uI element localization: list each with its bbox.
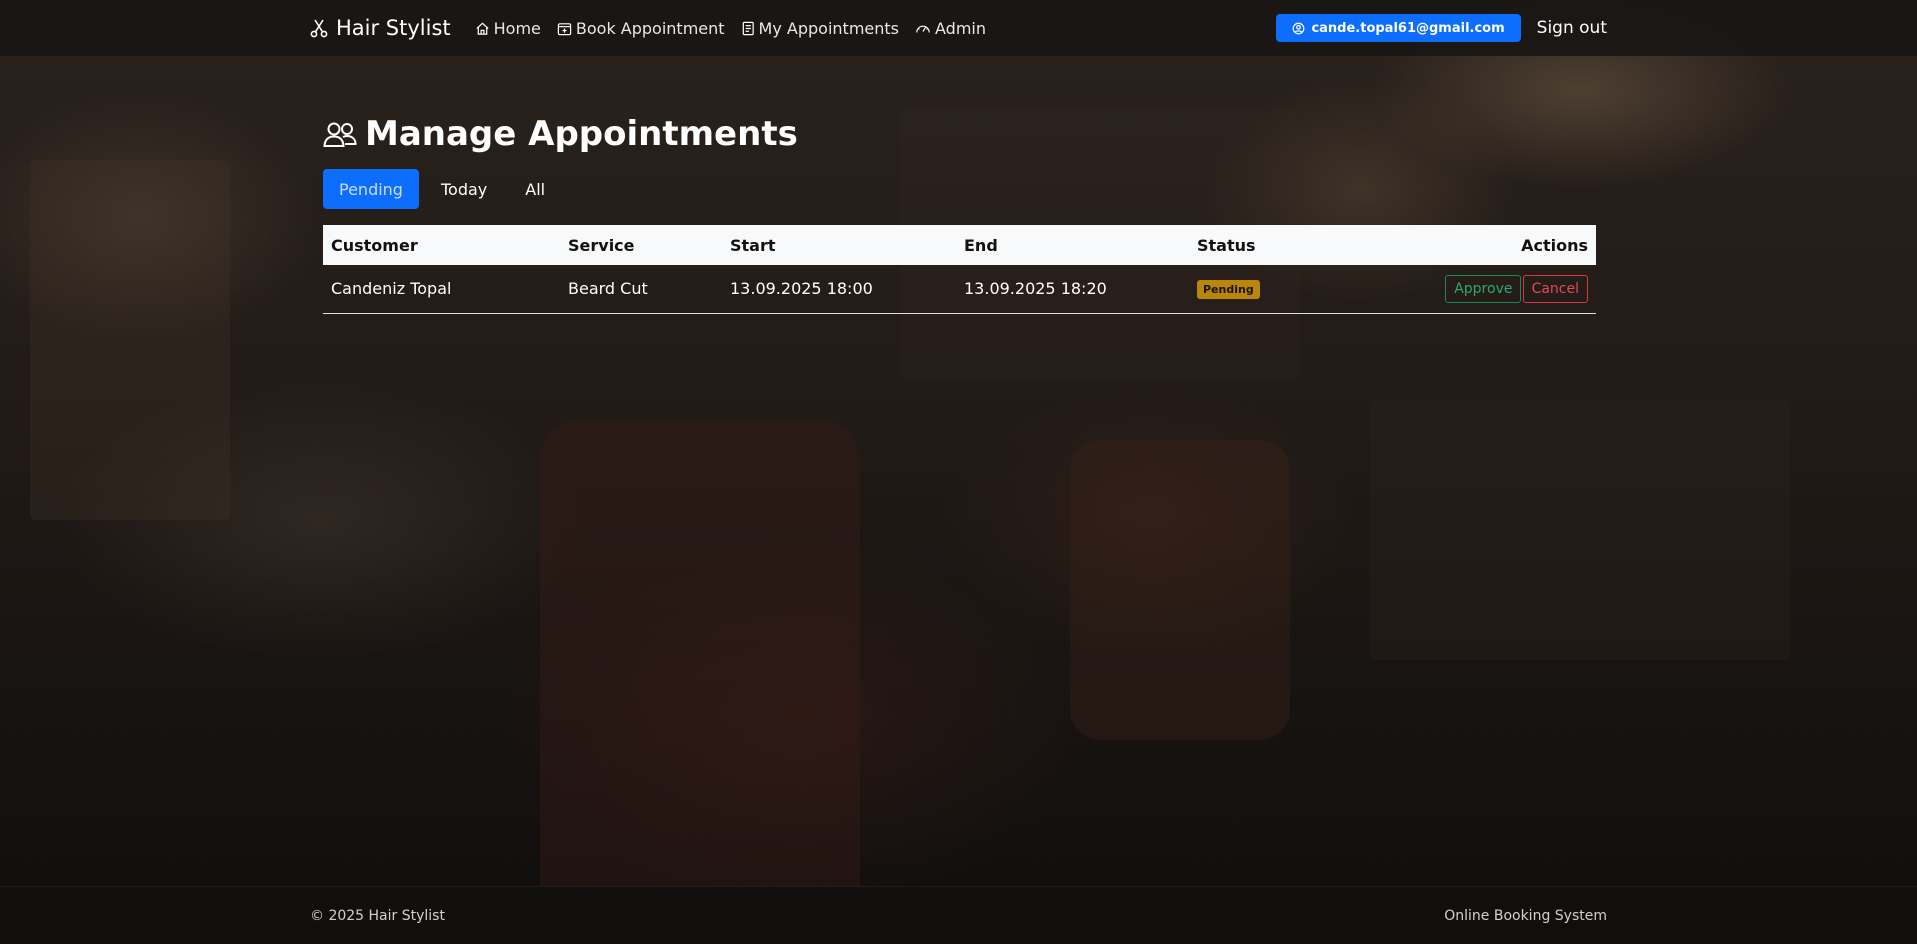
status-badge: Pending	[1197, 280, 1260, 300]
cell-actions: Approve Cancel	[1389, 265, 1596, 314]
user-email: cande.topal61@gmail.com	[1311, 20, 1505, 36]
page-title-text: Manage Appointments	[365, 114, 798, 154]
header-customer: Customer	[331, 235, 418, 255]
header-service: Service	[568, 235, 635, 255]
tab-pending[interactable]: Pending	[323, 169, 419, 209]
nav-my-appointments-label: My Appointments	[758, 18, 899, 38]
cell-end: 13.09.2025 18:20	[956, 265, 1189, 314]
tab-today[interactable]: Today	[425, 169, 503, 209]
scissors-icon	[310, 18, 328, 38]
nav-admin-label: Admin	[935, 18, 986, 38]
approve-button[interactable]: Approve	[1445, 274, 1522, 303]
nav-home[interactable]: Home	[475, 19, 541, 38]
user-email-badge[interactable]: cande.topal61@gmail.com	[1276, 14, 1521, 42]
nav-home-label: Home	[493, 18, 541, 38]
appointments-table: Customer Service Start End Status Action…	[323, 225, 1596, 314]
header-start: Start	[730, 235, 776, 255]
table-header-row: Customer Service Start End Status Action…	[323, 225, 1596, 265]
page-title: Manage Appointments	[323, 110, 1596, 158]
brand-name: Hair Stylist	[336, 16, 451, 40]
cancel-button[interactable]: Cancel	[1522, 274, 1588, 303]
top-navbar: Hair Stylist Home Book Appointment My Ap…	[0, 0, 1917, 56]
cell-start: 13.09.2025 18:00	[722, 265, 956, 314]
main-content: Manage Appointments Pending Today All Cu…	[323, 110, 1596, 314]
sign-out-link[interactable]: Sign out	[1537, 18, 1607, 38]
header-status: Status	[1197, 235, 1256, 255]
footer-copyright: © 2025 Hair Stylist	[310, 908, 445, 924]
table-row: Candeniz Topal Beard Cut 13.09.2025 18:0…	[323, 265, 1596, 314]
cell-service: Beard Cut	[560, 265, 722, 314]
footer-tagline: Online Booking System	[1444, 908, 1607, 924]
speedometer-icon	[915, 21, 931, 35]
footer: © 2025 Hair Stylist Online Booking Syste…	[0, 886, 1917, 944]
calendar-plus-icon	[557, 21, 572, 36]
brand-link[interactable]: Hair Stylist	[310, 16, 451, 40]
nav-book-label: Book Appointment	[575, 18, 725, 38]
header-end: End	[964, 235, 998, 255]
cell-customer: Candeniz Topal	[323, 265, 560, 314]
cell-status: Pending	[1189, 265, 1389, 314]
home-icon	[475, 21, 490, 36]
nav-admin[interactable]: Admin	[915, 19, 986, 38]
people-icon	[323, 120, 357, 148]
filter-tabs: Pending Today All	[323, 169, 1596, 209]
nav-my-appointments[interactable]: My Appointments	[741, 19, 899, 38]
person-circle-icon	[1292, 22, 1305, 35]
nav-book-appointment[interactable]: Book Appointment	[557, 19, 725, 38]
header-actions: Actions	[1521, 235, 1588, 255]
tab-all[interactable]: All	[509, 169, 561, 209]
journal-icon	[741, 21, 755, 36]
